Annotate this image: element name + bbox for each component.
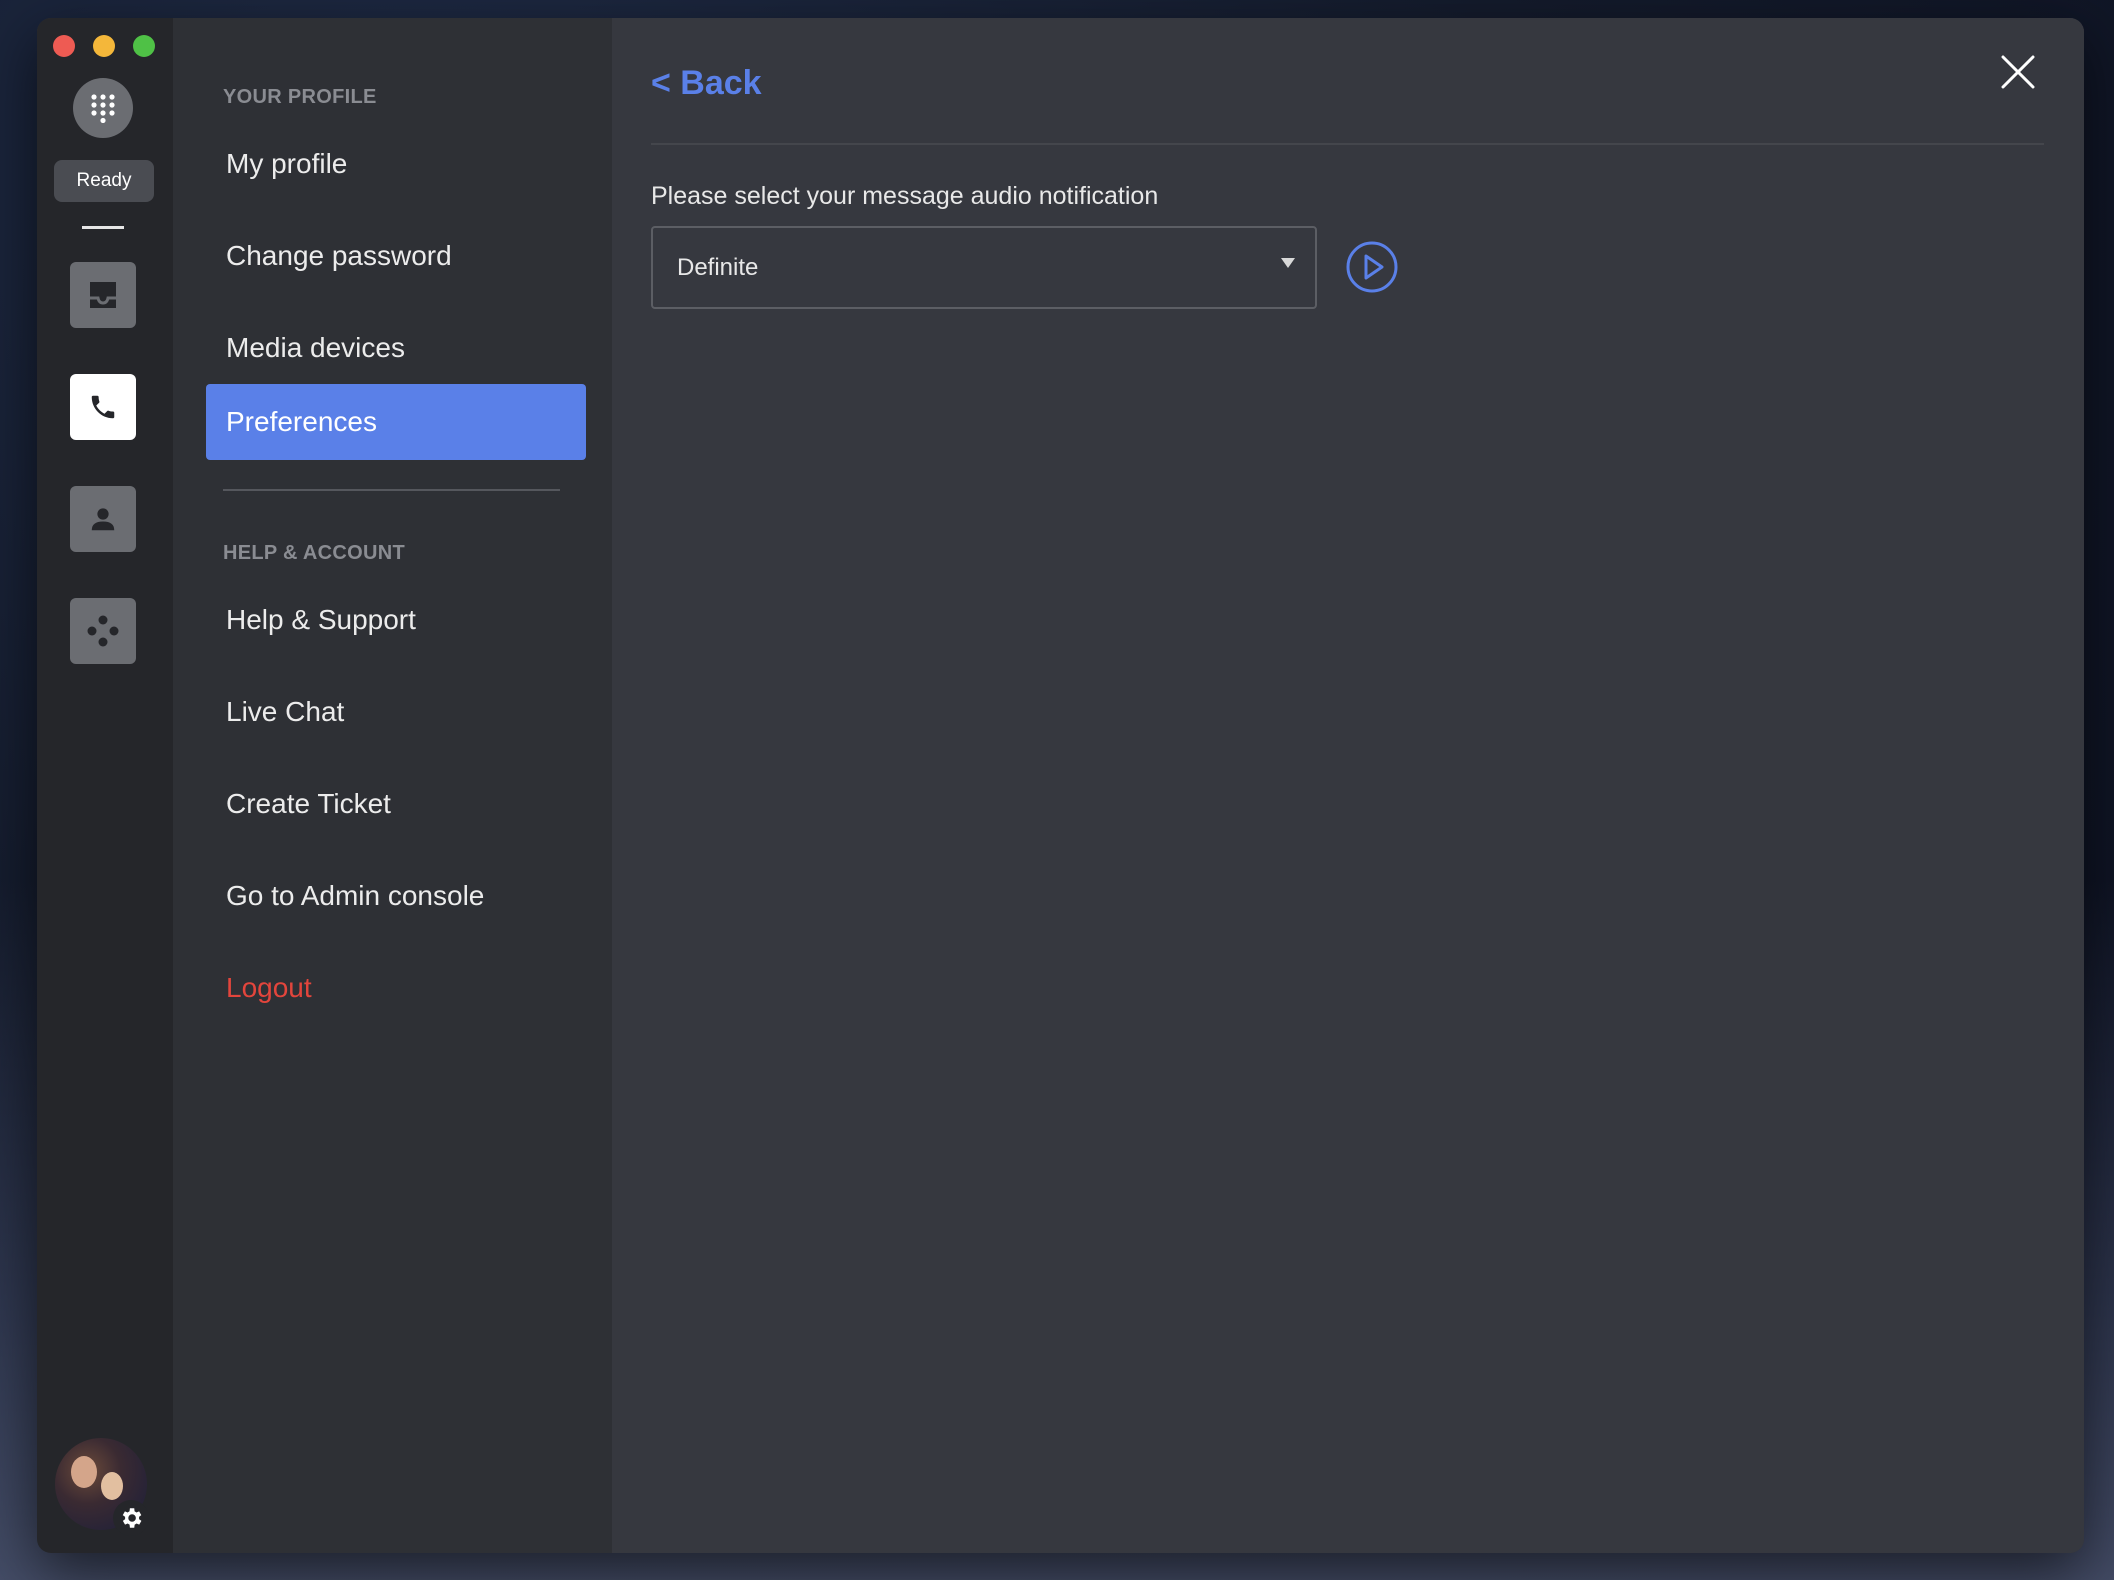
minimize-window-button[interactable]	[93, 35, 115, 57]
window-controls	[53, 35, 155, 57]
calls-button[interactable]	[70, 374, 136, 440]
nav-item-preferences[interactable]: Preferences	[206, 384, 586, 460]
header-divider	[651, 143, 2044, 145]
zoom-window-button[interactable]	[133, 35, 155, 57]
caret-down-icon	[1281, 258, 1295, 268]
settings-badge[interactable]	[113, 1500, 149, 1536]
notification-sound-select[interactable]: Definite	[651, 226, 1317, 309]
audio-notification-label: Please select your message audio notific…	[651, 182, 1159, 210]
back-button[interactable]: < Back	[651, 64, 762, 103]
inbox-icon	[90, 282, 116, 308]
preferences-panel: < Back Please select your message audio …	[612, 18, 2084, 1553]
contacts-button[interactable]	[70, 486, 136, 552]
dialpad-button[interactable]	[73, 78, 133, 138]
close-window-button[interactable]	[53, 35, 75, 57]
integrations-button[interactable]	[70, 598, 136, 664]
dialpad-icon	[91, 94, 115, 123]
help-section-title: HELP & ACCOUNT	[223, 542, 405, 564]
rail-divider	[82, 226, 124, 229]
gear-icon	[122, 1508, 142, 1528]
integrations-icon	[87, 615, 119, 647]
close-icon	[2001, 55, 2035, 89]
play-circle-icon	[1346, 241, 1398, 293]
close-button[interactable]	[1994, 48, 2042, 96]
play-preview-button[interactable]	[1345, 240, 1399, 294]
settings-nav: YOUR PROFILE My profile Change password …	[173, 18, 612, 1553]
contact-icon	[91, 508, 115, 531]
phone-icon	[91, 395, 115, 419]
avatar-photo-detail	[71, 1456, 97, 1488]
nav-item-live-chat[interactable]: Live Chat	[206, 674, 586, 750]
avatar[interactable]	[55, 1438, 149, 1536]
avatar-photo-detail	[101, 1472, 123, 1500]
nav-item-create-ticket[interactable]: Create Ticket	[206, 766, 586, 842]
nav-item-change-password[interactable]: Change password	[206, 218, 586, 294]
nav-item-help-support[interactable]: Help & Support	[206, 582, 586, 658]
nav-item-my-profile[interactable]: My profile	[206, 126, 586, 202]
nav-divider	[223, 489, 560, 491]
nav-item-admin-console[interactable]: Go to Admin console	[206, 858, 586, 934]
status-badge[interactable]: Ready	[54, 160, 154, 202]
app-window: Ready YOUR PROFILE My profile Change pas…	[37, 18, 2084, 1553]
icon-rail: Ready	[37, 18, 173, 1553]
nav-item-media-devices[interactable]: Media devices	[206, 310, 586, 386]
selected-sound-value: Definite	[677, 253, 759, 281]
inbox-button[interactable]	[70, 262, 136, 328]
nav-item-logout[interactable]: Logout	[206, 950, 586, 1026]
profile-section-title: YOUR PROFILE	[223, 86, 377, 108]
